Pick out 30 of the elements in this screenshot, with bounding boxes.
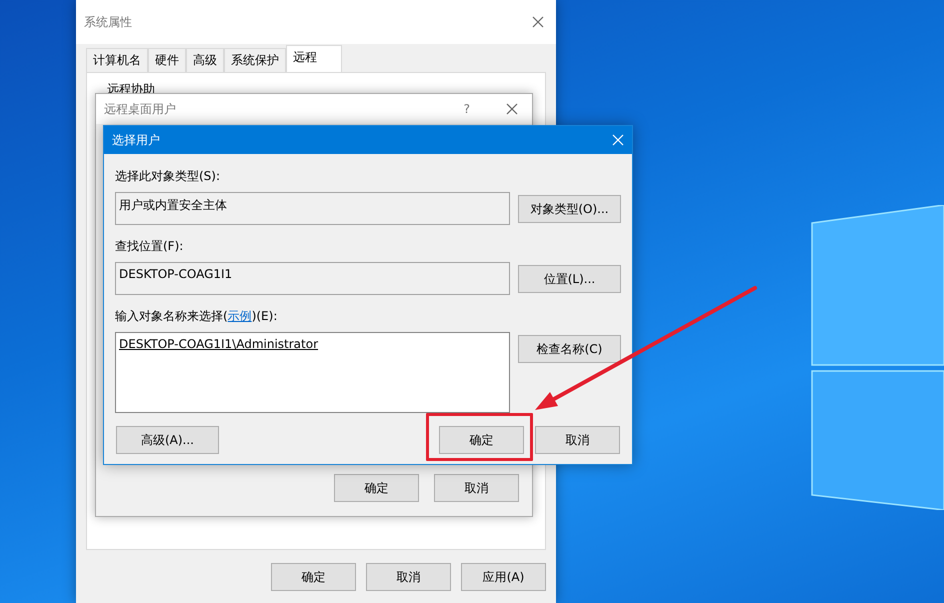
tab[interactable]: 计算机名 <box>86 48 148 72</box>
dialog-button[interactable]: 确定 <box>439 426 524 454</box>
dialog-button[interactable]: 确定 <box>334 474 419 502</box>
field-label: 输入对象名称来选择(示例)(E): <box>115 308 278 325</box>
field-label: 查找位置(F): <box>115 238 184 255</box>
window-title: 系统属性 <box>84 14 132 30</box>
dialog-button[interactable]: 取消 <box>535 426 620 454</box>
window-title: 选择用户 <box>112 132 160 148</box>
dialog-button[interactable]: 取消 <box>366 563 451 591</box>
tab[interactable]: 远程 <box>286 45 342 72</box>
location-field: DESKTOP-COAG1I1 <box>115 262 510 295</box>
dialog-button[interactable]: 确定 <box>271 563 356 591</box>
field-label: 选择此对象类型(S): <box>115 168 222 185</box>
window-title: 远程桌面用户 <box>104 100 177 118</box>
tab[interactable]: 系统保护 <box>224 48 286 72</box>
check-names-button[interactable]: 检查名称(C) <box>518 335 621 363</box>
object-type-field: 用户或内置安全主体 <box>115 192 510 225</box>
examples-link[interactable]: 示例 <box>228 309 252 323</box>
object-names-field[interactable]: DESKTOP-COAG1I1\Administrator <box>115 332 510 413</box>
help-button[interactable]: ? <box>464 102 470 116</box>
object-types-button[interactable]: 对象类型(O)... <box>518 195 621 223</box>
apply-button[interactable]: 应用(A) <box>461 563 546 591</box>
close-icon[interactable] <box>506 103 518 115</box>
locations-button[interactable]: 位置(L)... <box>518 265 621 293</box>
tab[interactable]: 硬件 <box>148 48 186 72</box>
object-name-entry: DESKTOP-COAG1I1\Administrator <box>119 337 318 351</box>
tab[interactable]: 高级 <box>186 48 224 72</box>
close-icon[interactable] <box>532 16 544 28</box>
dialog-button[interactable]: 取消 <box>434 474 519 502</box>
advanced-button[interactable]: 高级(A)... <box>116 426 219 454</box>
